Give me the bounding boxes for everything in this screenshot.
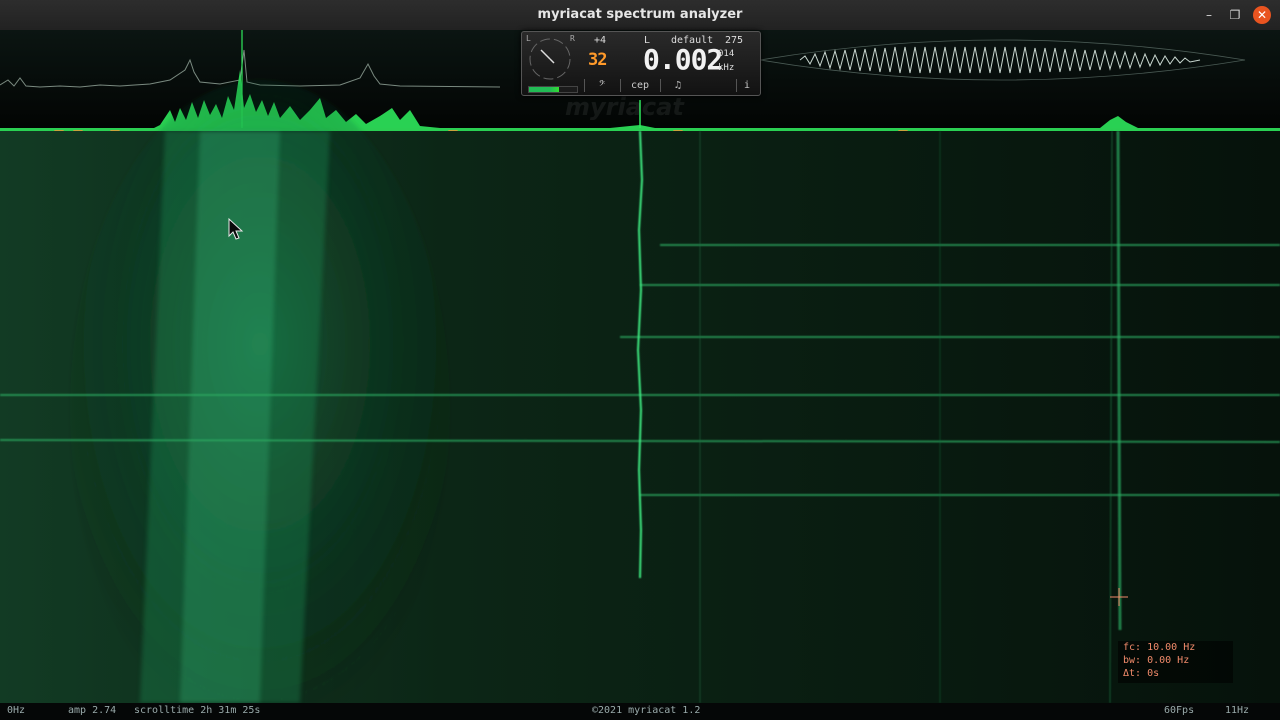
spectrogram-canvas[interactable]: myriacat [0,30,1280,720]
cents-readout: 014 [718,49,735,59]
level-meter [528,86,578,93]
window-titlebar: myriacat spectrum analyzer – ❐ ✕ [0,0,1280,31]
status-left-freq: 0Hz [7,705,26,716]
channel-left-label: L [526,34,531,43]
readout-fc: fc: 10.00 Hz [1123,642,1196,653]
window-title: myriacat spectrum analyzer [537,7,743,22]
info-button[interactable]: i [736,79,757,92]
watermark-logo: myriacat [565,93,685,121]
status-scrolltime: scrolltime 2h 31m 25s [134,705,261,716]
tuning-dial-icon [529,38,571,80]
channel-right-label: R [570,34,575,43]
status-copyright: ©2021 myriacat 1.2 [592,705,701,716]
notes-button[interactable]: ♫ [660,79,695,92]
frequency-unit: kHz [718,63,735,73]
preset-value: 275 [725,35,744,46]
readout-bw: bw: 0.00 Hz [1123,655,1190,666]
cursor-readout-panel: fc: 10.00 Hz bw: 0.00 Hz Δt: 0s [1118,641,1233,683]
octave-value: 32 [588,50,608,70]
transpose-value: +4 [594,35,607,46]
cep-button[interactable]: cep [620,79,659,92]
level-meter-fill [529,87,559,92]
status-amp: amp 2.74 [68,705,117,716]
status-right-freq: 11Hz [1225,705,1250,716]
status-fps: 60Fps [1164,705,1195,716]
maximize-icon[interactable]: ❐ [1226,6,1244,24]
bass-clef-button[interactable]: 𝄢 [584,79,619,92]
frequency-readout: 0.002 [643,43,723,76]
spectrogram-view[interactable]: myriacat L R +4 32 L default 275 0.002 0… [0,30,1280,720]
minimize-icon[interactable]: – [1200,6,1218,24]
close-icon[interactable]: ✕ [1253,6,1271,24]
tuner-hud: L R +4 32 L default 275 0.002 014 kHz 𝄢 … [521,31,761,96]
readout-dt: Δt: 0s [1123,668,1160,679]
